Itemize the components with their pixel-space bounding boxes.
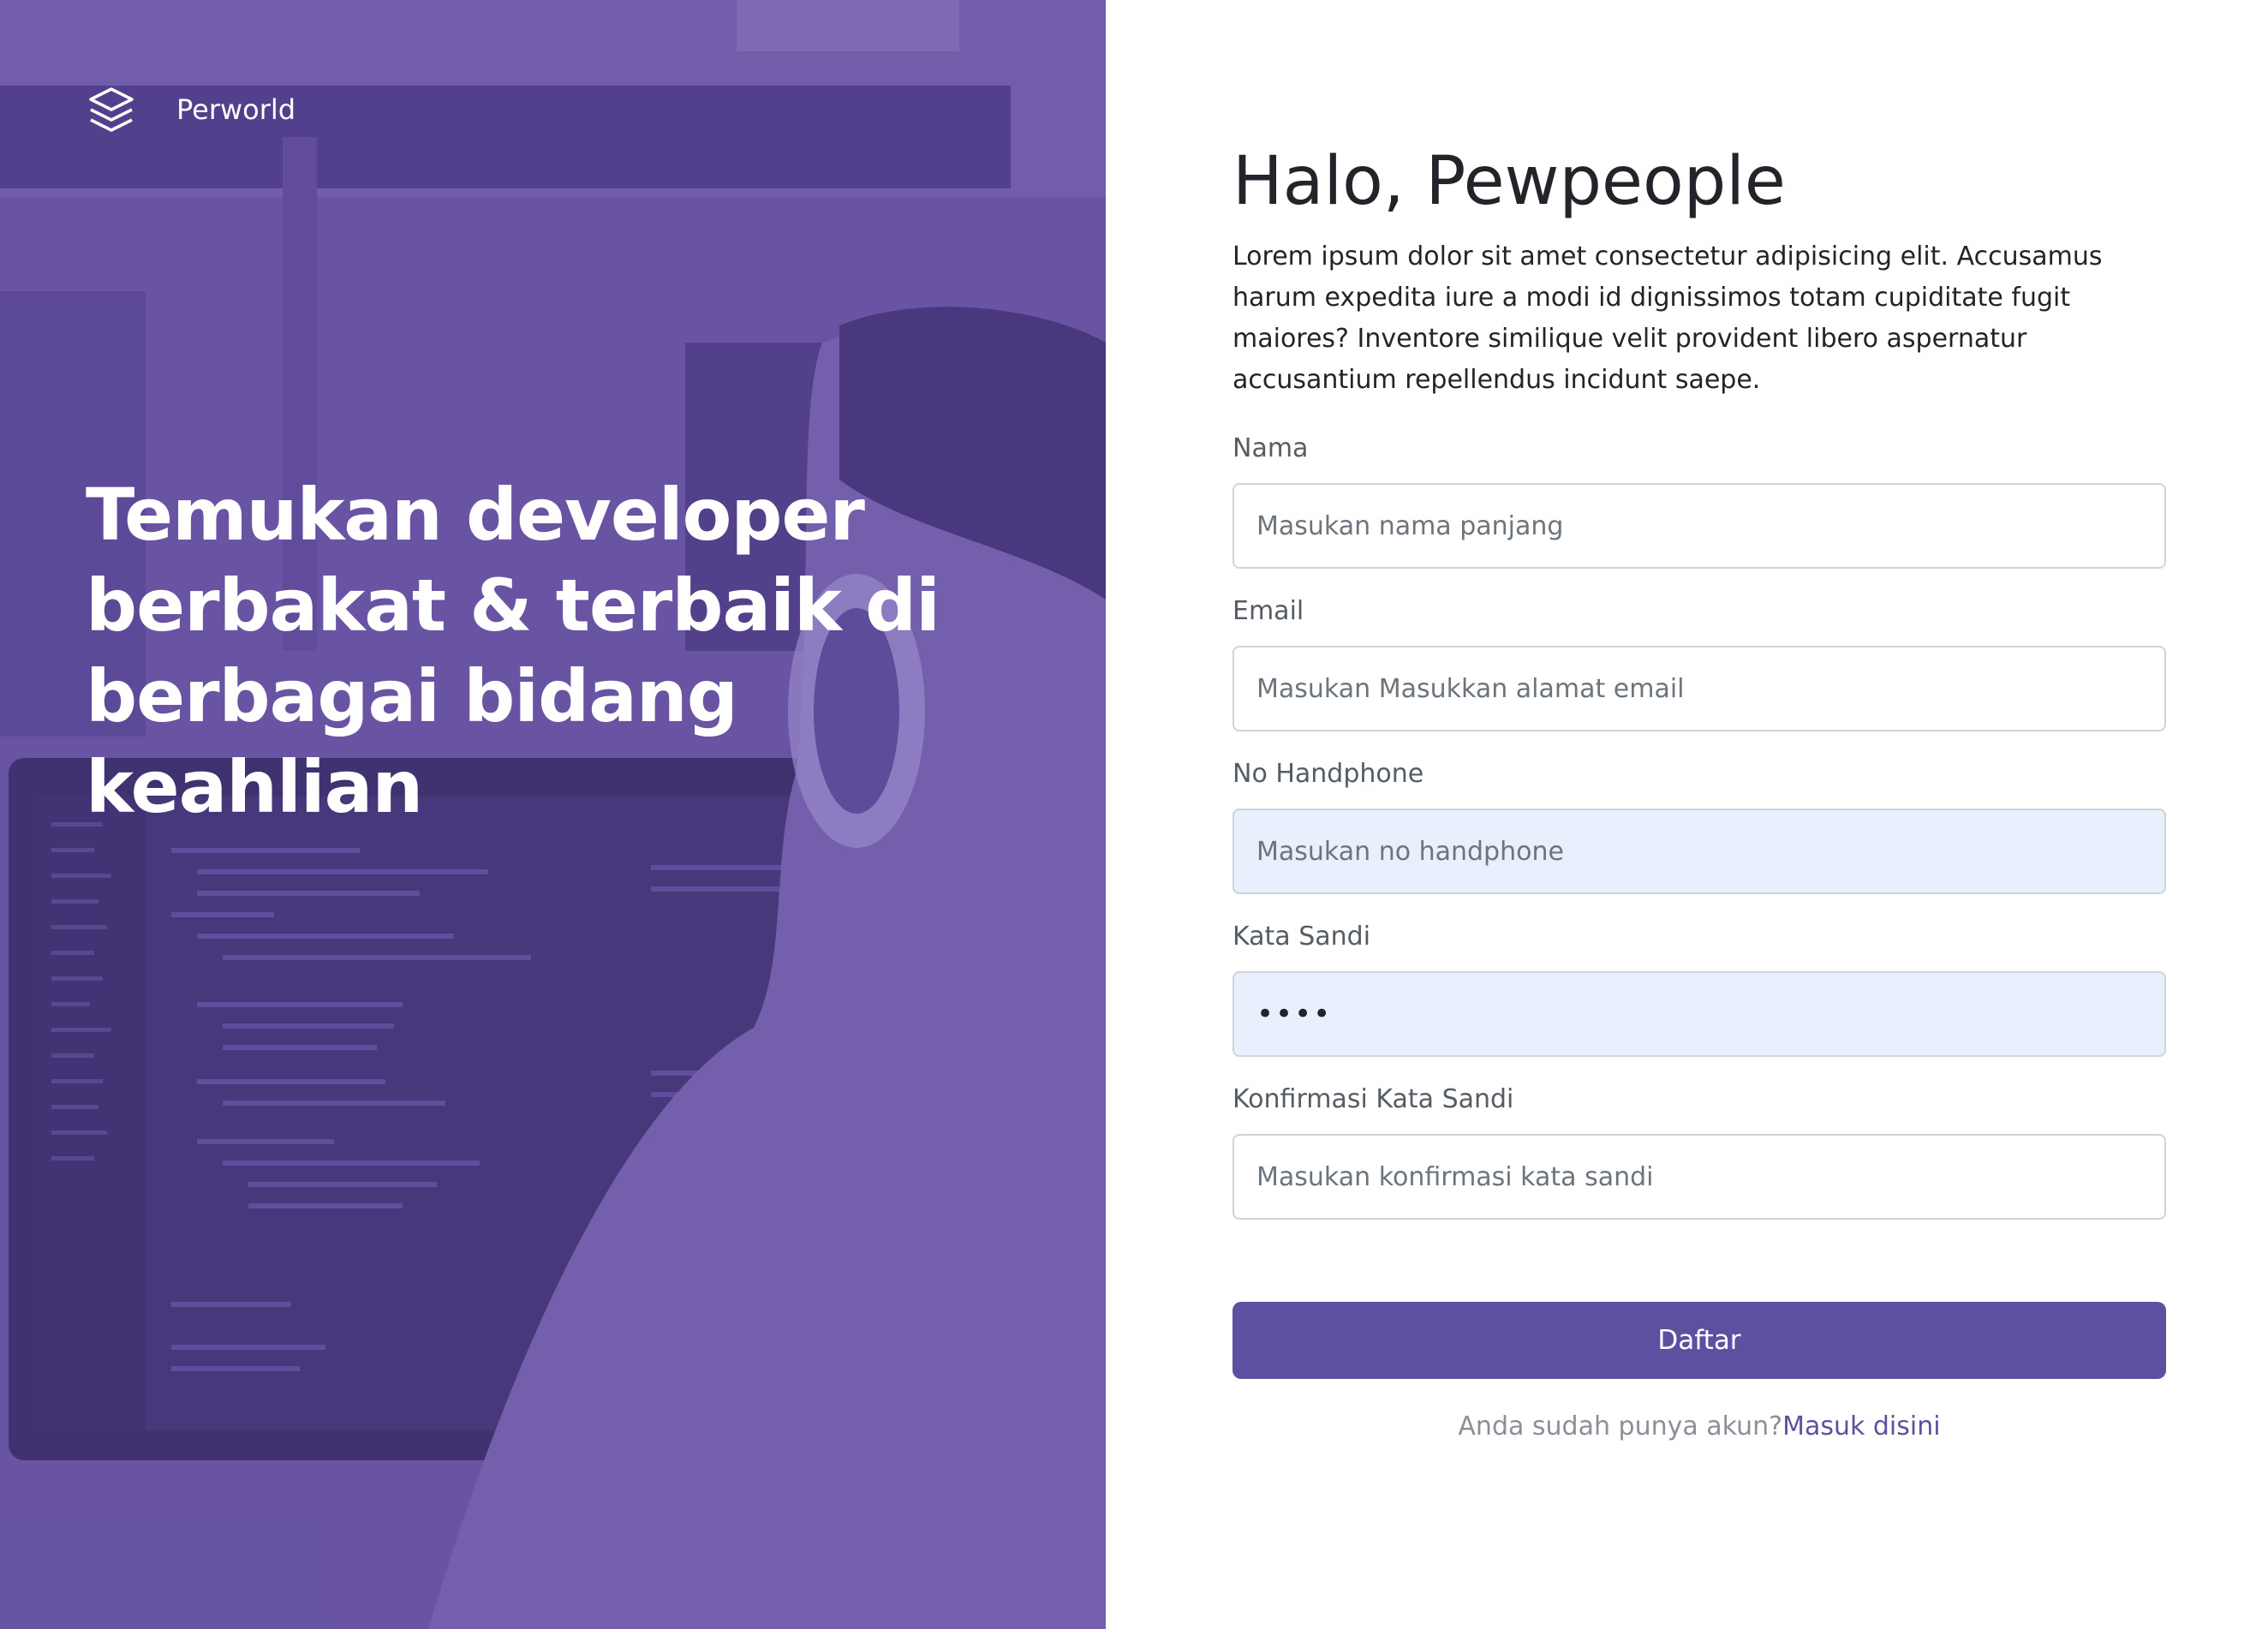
name-input[interactable] (1232, 483, 2166, 569)
hero-headline: Temukan developer berbakat & terbaik di … (86, 469, 1053, 832)
phone-label: No Handphone (1232, 759, 1424, 789)
layers-stack-icon (89, 87, 134, 132)
login-link[interactable]: Masuk disini (1782, 1411, 1941, 1441)
phone-input[interactable] (1232, 809, 2166, 894)
email-field-group: Email (1232, 594, 2166, 731)
register-form: Halo, Pewpeople Lorem ipsum dolor sit am… (1232, 137, 2166, 1441)
intro-text: Lorem ipsum dolor sit amet consectetur a… (1232, 242, 2103, 395)
login-prompt-line: Anda sudah punya akun?Masuk disini (1232, 1411, 2166, 1441)
password-field-group: Kata Sandi (1232, 920, 2166, 1057)
confirm-password-input[interactable] (1232, 1134, 2166, 1220)
confirm-password-label: Konfirmasi Kata Sandi (1232, 1084, 1514, 1114)
phone-field-group: No Handphone (1232, 757, 2166, 894)
register-button[interactable]: Daftar (1232, 1302, 2166, 1379)
register-page: Perworld Temukan developer berbakat & te… (0, 0, 2268, 1629)
email-input[interactable] (1232, 646, 2166, 731)
page-title: Halo, Pewpeople (1232, 143, 1786, 220)
login-prompt-text: Anda sudah punya akun? (1458, 1411, 1783, 1441)
hero-headline-line: Temukan developer (86, 473, 865, 557)
hero-panel: Perworld Temukan developer berbakat & te… (0, 0, 1106, 1629)
brand[interactable]: Perworld (86, 84, 295, 135)
password-input[interactable] (1232, 971, 2166, 1057)
name-label: Nama (1232, 433, 1309, 463)
hero-headline-line: berbagai bidang keahlian (86, 654, 738, 829)
password-label: Kata Sandi (1232, 922, 1371, 952)
form-panel: Halo, Pewpeople Lorem ipsum dolor sit am… (1106, 0, 2268, 1629)
hero-headline-line: berbakat & terbaik di (86, 564, 940, 647)
confirm-password-field-group: Konfirmasi Kata Sandi (1232, 1083, 2166, 1220)
brand-name: Perworld (176, 93, 296, 126)
email-label: Email (1232, 596, 1304, 626)
name-field-group: Nama (1232, 432, 2166, 569)
